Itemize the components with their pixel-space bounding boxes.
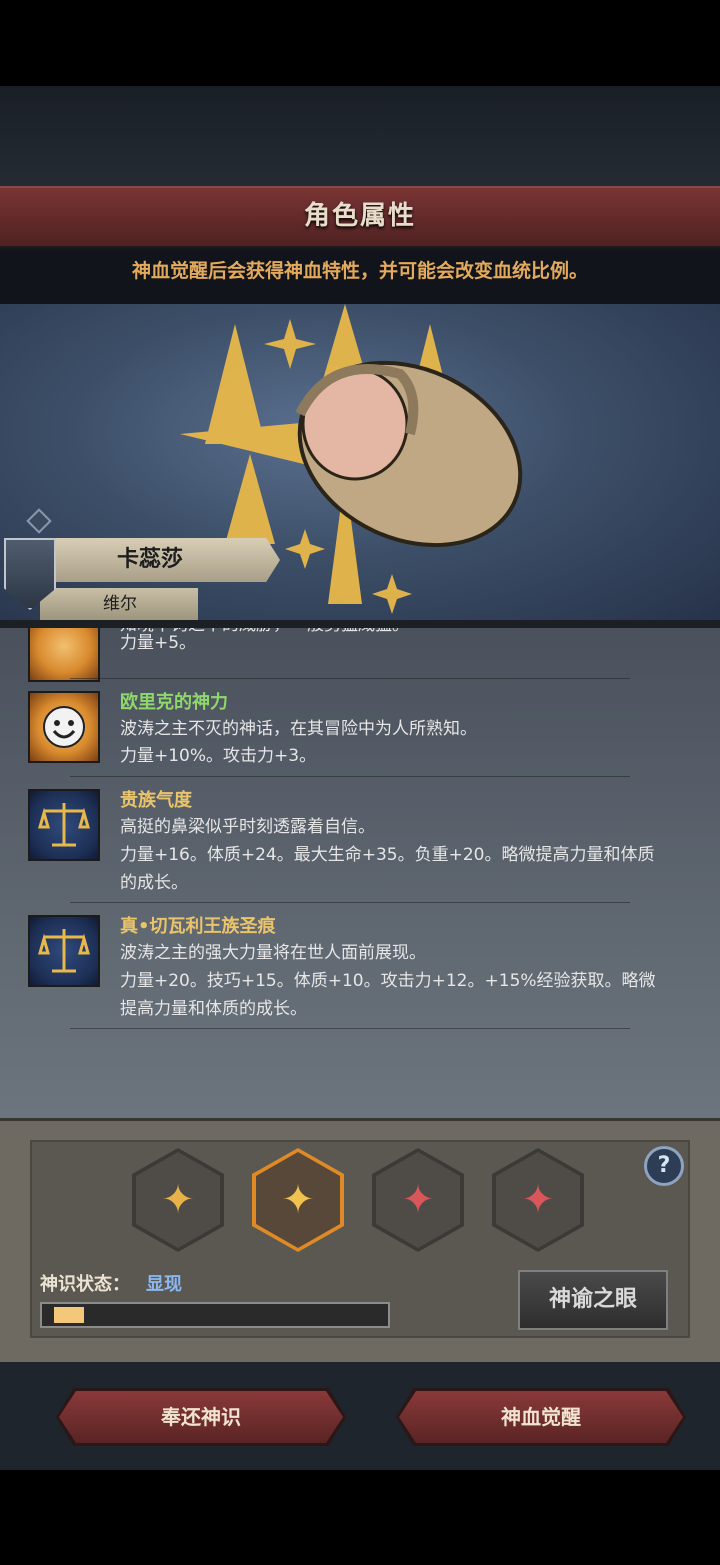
return-divine-label: 奉还神识 xyxy=(59,1391,343,1443)
trait-name: 贵族气度 xyxy=(120,790,192,811)
trait-desc-line: 波涛之主的强大力量将在世人面前展现。 xyxy=(120,943,426,963)
trait-desc-line: 力量+20。技巧+15。体质+10。攻击力+12。+15%经验获取。略微 xyxy=(120,971,656,991)
trait-list[interactable]: 知晓千钧之下的威胁，一般勇猛威猛。 力量+5。 欧里克的神力 波涛之主不灭的神话… xyxy=(0,628,720,1118)
trait-divider xyxy=(70,776,630,777)
divine-status-label: 神识状态： xyxy=(40,1274,130,1295)
trait-desc-line: 波涛之主不灭的神话，在其冒险中为人所熟知。 xyxy=(120,719,477,739)
trait-desc-line: 高挺的鼻梁似乎时刻透露着自信。 xyxy=(120,817,375,837)
trait-name: 欧里克的神力 xyxy=(120,692,228,713)
divine-sigil-gold-icon: ✦ xyxy=(256,1152,340,1248)
sparkle-1 xyxy=(264,319,316,369)
divine-sigil-gold-icon: ✦ xyxy=(136,1152,220,1248)
divine-progress-track xyxy=(40,1302,390,1328)
page-title: 角色属性 xyxy=(303,201,416,231)
scale-icon xyxy=(28,789,100,861)
smile-face-icon xyxy=(43,706,85,748)
emblem-spike-left xyxy=(205,324,265,444)
divine-sigil-red-icon: ✦ xyxy=(496,1152,580,1248)
hero-bottom-border xyxy=(0,620,720,628)
sun-face-icon xyxy=(28,628,100,682)
trait-name: 真•切瓦利王族圣痕 xyxy=(120,916,276,937)
subtitle-text: 神血觉醒后会获得神血特性，并可能会改变血统比例。 xyxy=(131,260,588,282)
character-name: 卡蕊莎 xyxy=(116,547,183,572)
blood-awaken-button[interactable]: 神血觉醒 xyxy=(396,1388,686,1446)
emblem-lower-left xyxy=(225,454,275,544)
trait-desc-line: 的成长。 xyxy=(120,873,188,893)
return-divine-button[interactable]: 奉还神识 xyxy=(56,1388,346,1446)
sparkle-2 xyxy=(285,529,325,569)
balance-scale-icon xyxy=(38,803,90,847)
oracle-eye-button[interactable]: 神谕之眼 xyxy=(518,1270,668,1330)
top-black-bar xyxy=(0,0,720,86)
help-button[interactable]: ? xyxy=(644,1146,684,1186)
balance-scale-icon xyxy=(38,929,90,973)
trait-desc-line: 提高力量和体质的成长。 xyxy=(120,999,307,1019)
trait-divider xyxy=(70,902,630,903)
trait-desc-line: 力量+10%。攻击力+3。 xyxy=(120,746,317,766)
top-dark-zone xyxy=(0,86,720,186)
divine-progress-fill xyxy=(54,1307,84,1323)
sparkle-3 xyxy=(372,574,412,614)
bottom-black-bar xyxy=(0,1470,720,1565)
swaddled-baby-illustration xyxy=(295,360,523,548)
trait-desc-line: 力量+5。 xyxy=(120,633,197,653)
trait-divider xyxy=(70,1028,630,1029)
sun-face-icon xyxy=(28,691,100,763)
house-name: 维尔 xyxy=(103,594,137,614)
divine-status-value: 显现 xyxy=(146,1274,182,1295)
divine-sigil-red-icon: ✦ xyxy=(376,1152,460,1248)
scale-icon xyxy=(28,915,100,987)
trait-desc-line: 力量+16。体质+24。最大生命+35。负重+20。略微提高力量和体质 xyxy=(120,845,655,865)
blood-awaken-label: 神血觉醒 xyxy=(399,1391,683,1443)
trait-divider xyxy=(70,678,630,679)
